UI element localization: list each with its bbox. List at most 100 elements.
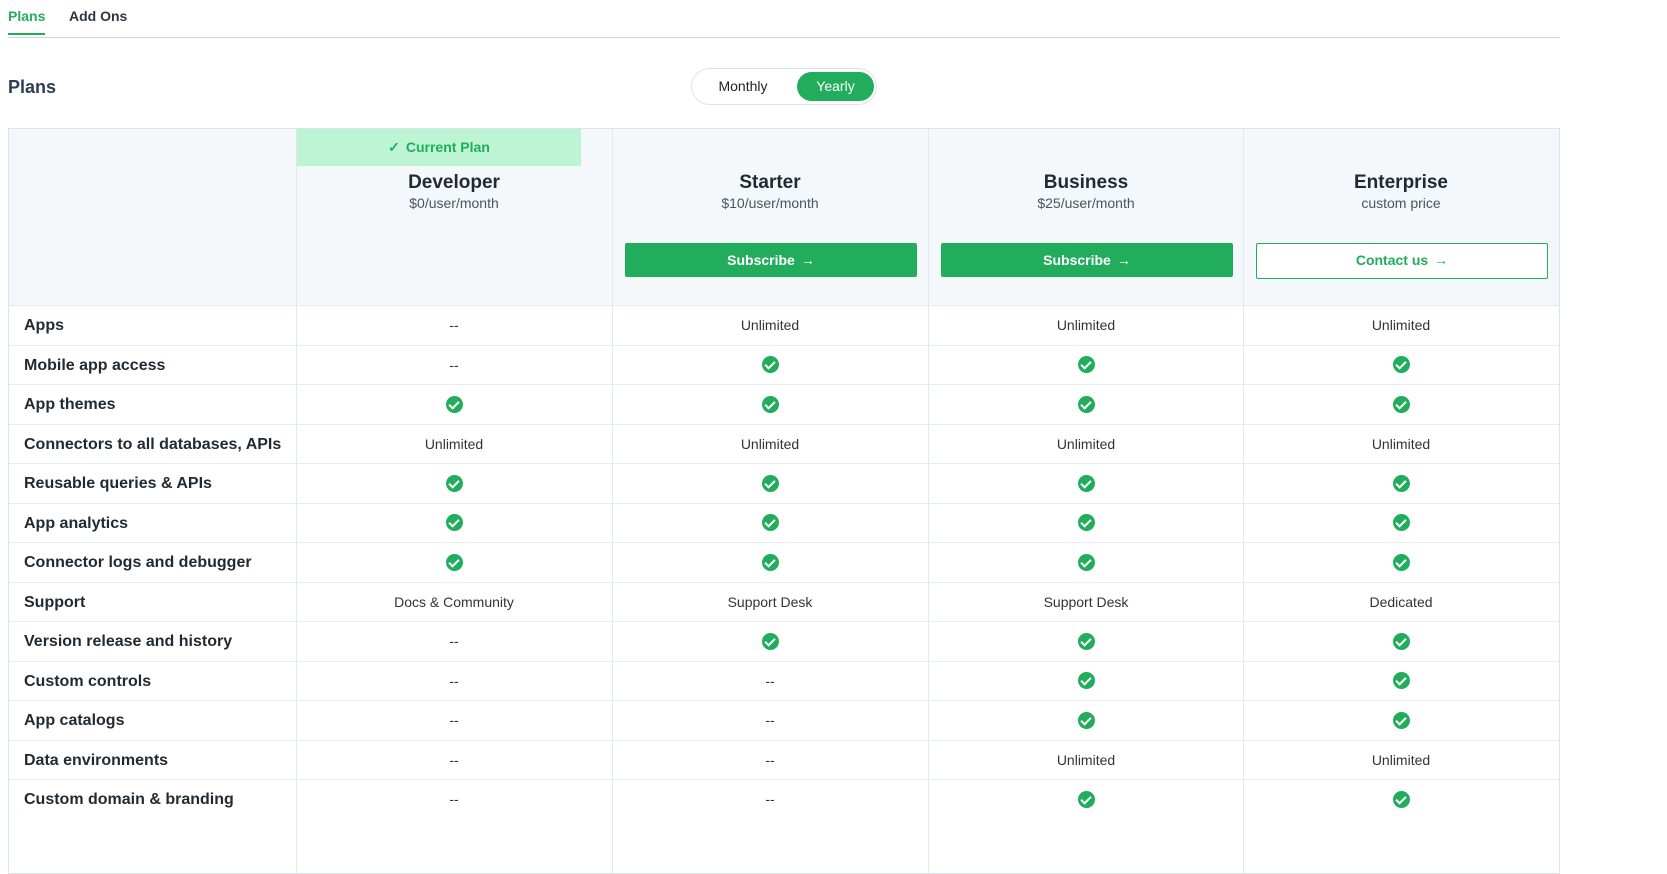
tab-plans[interactable]: Plans: [8, 8, 46, 35]
feature-cell: [929, 504, 1243, 543]
check-circle-icon: [1392, 395, 1410, 413]
table-row: App themes: [9, 384, 1559, 424]
tab-add-ons[interactable]: Add Ons: [69, 8, 127, 33]
feature-cell: [1244, 504, 1558, 543]
check-circle-icon: [1392, 672, 1410, 690]
tab-bar: Plans Add Ons: [8, 0, 1560, 38]
monthly-option[interactable]: Monthly: [695, 72, 791, 101]
feature-label: Version release and history: [24, 633, 233, 650]
check-circle-icon: [1077, 672, 1095, 690]
feature-label: Mobile app access: [24, 356, 166, 374]
check-circle-icon: [761, 632, 779, 650]
check-circle-icon: [1392, 553, 1410, 571]
feature-cell: [929, 385, 1243, 424]
feature-cell: [297, 385, 611, 424]
check-circle-icon: [761, 553, 779, 571]
feature-cell: [1244, 385, 1558, 424]
plan-name-enterprise: Enterprise: [1354, 172, 1448, 193]
check-circle-icon: [1077, 553, 1095, 571]
feature-label: Reusable queries & APIs: [24, 475, 212, 492]
table-row: Custom controls -- --: [9, 660, 1559, 701]
feature-value: --: [449, 356, 459, 373]
feature-cell: [1244, 622, 1558, 661]
feature-cell: [1244, 464, 1558, 503]
feature-cell: [297, 464, 611, 503]
feature-cell: [613, 385, 927, 424]
table-row: Apps -- Unlimited Unlimited Unlimited: [9, 305, 1559, 345]
subscribe-starter-button[interactable]: Subscribe →: [625, 243, 917, 277]
checkmark-icon: ✓: [388, 139, 400, 155]
plans-comparison-table: ✓ Current Plan Developer $0/user/month St…: [8, 128, 1560, 874]
check-circle-icon: [445, 474, 463, 492]
feature-label: App catalogs: [24, 712, 125, 729]
feature-value: --: [765, 672, 775, 689]
feature-value: Dedicated: [1369, 593, 1433, 610]
feature-cell: [613, 504, 927, 543]
check-circle-icon: [445, 395, 463, 413]
feature-label: Custom controls: [24, 672, 152, 690]
feature-value: --: [449, 751, 459, 768]
button-label: Subscribe: [727, 252, 795, 268]
feature-value: Unlimited: [1371, 435, 1431, 452]
plan-name-starter: Starter: [739, 172, 801, 193]
table-row: Mobile app access --: [9, 344, 1559, 385]
check-circle-icon: [1392, 474, 1410, 492]
feature-value: --: [449, 672, 459, 689]
feature-value: Unlimited: [740, 317, 800, 333]
check-circle-icon: [1077, 514, 1095, 532]
check-circle-icon: [761, 395, 779, 413]
feature-cell: [1244, 701, 1558, 740]
feature-label: Connectors to all databases, APIs: [24, 435, 282, 453]
feature-cell: [929, 464, 1243, 503]
feature-cell: [929, 543, 1243, 582]
feature-label: Data environments: [24, 751, 169, 769]
table-row: App analytics: [9, 502, 1559, 543]
feature-cell: [613, 543, 927, 582]
feature-cell: [929, 662, 1243, 701]
check-circle-icon: [445, 553, 463, 571]
feature-value: Unlimited: [424, 435, 484, 452]
contact-us-button[interactable]: Contact us →: [1256, 243, 1548, 279]
yearly-option[interactable]: Yearly: [797, 72, 874, 101]
billing-toggle: Monthly Yearly: [691, 68, 877, 105]
feature-value: Unlimited: [740, 435, 800, 452]
subscribe-business-button[interactable]: Subscribe →: [941, 243, 1233, 277]
feature-value: Unlimited: [1056, 751, 1116, 768]
current-plan-badge: ✓ Current Plan: [297, 129, 581, 166]
check-circle-icon: [1077, 790, 1095, 808]
check-circle-icon: [1077, 632, 1095, 650]
check-circle-icon: [1392, 514, 1410, 532]
feature-cell: [613, 346, 927, 385]
feature-cell: [929, 346, 1243, 385]
table-row: Data environments -- -- Unlimited Unlimited: [9, 739, 1559, 780]
feature-cell: [297, 543, 611, 582]
check-circle-icon: [1392, 632, 1410, 650]
feature-value: --: [449, 791, 459, 807]
check-circle-icon: [1077, 474, 1095, 492]
feature-cell: [1244, 780, 1558, 819]
check-circle-icon: [1392, 356, 1410, 374]
feature-value: Support Desk: [1043, 593, 1129, 610]
plan-price-enterprise: custom price: [1361, 195, 1441, 211]
feature-value: --: [449, 633, 459, 649]
check-circle-icon: [1077, 356, 1095, 374]
plan-name-business: Business: [1043, 172, 1129, 193]
check-circle-icon: [1077, 711, 1095, 729]
feature-cell: [929, 622, 1243, 661]
feature-label: Support: [24, 593, 86, 611]
table-row: Support Docs & Community Support Desk Suppo…: [9, 581, 1559, 622]
feature-label: Custom domain & branding: [24, 791, 234, 808]
page-title: Plans: [8, 77, 57, 97]
feature-label: App themes: [24, 396, 116, 413]
feature-value: Unlimited: [1056, 317, 1116, 333]
feature-cell: [613, 464, 927, 503]
plan-price-developer: $0/user/month: [409, 195, 499, 211]
feature-value: --: [765, 791, 775, 807]
arrow-right-icon: →: [1116, 252, 1131, 268]
feature-cell: [1244, 543, 1558, 582]
feature-value: Unlimited: [1371, 751, 1431, 768]
check-circle-icon: [1392, 711, 1410, 729]
table-row: App catalogs -- --: [9, 700, 1559, 740]
plan-name-developer: Developer: [408, 172, 500, 193]
check-circle-icon: [1077, 395, 1095, 413]
